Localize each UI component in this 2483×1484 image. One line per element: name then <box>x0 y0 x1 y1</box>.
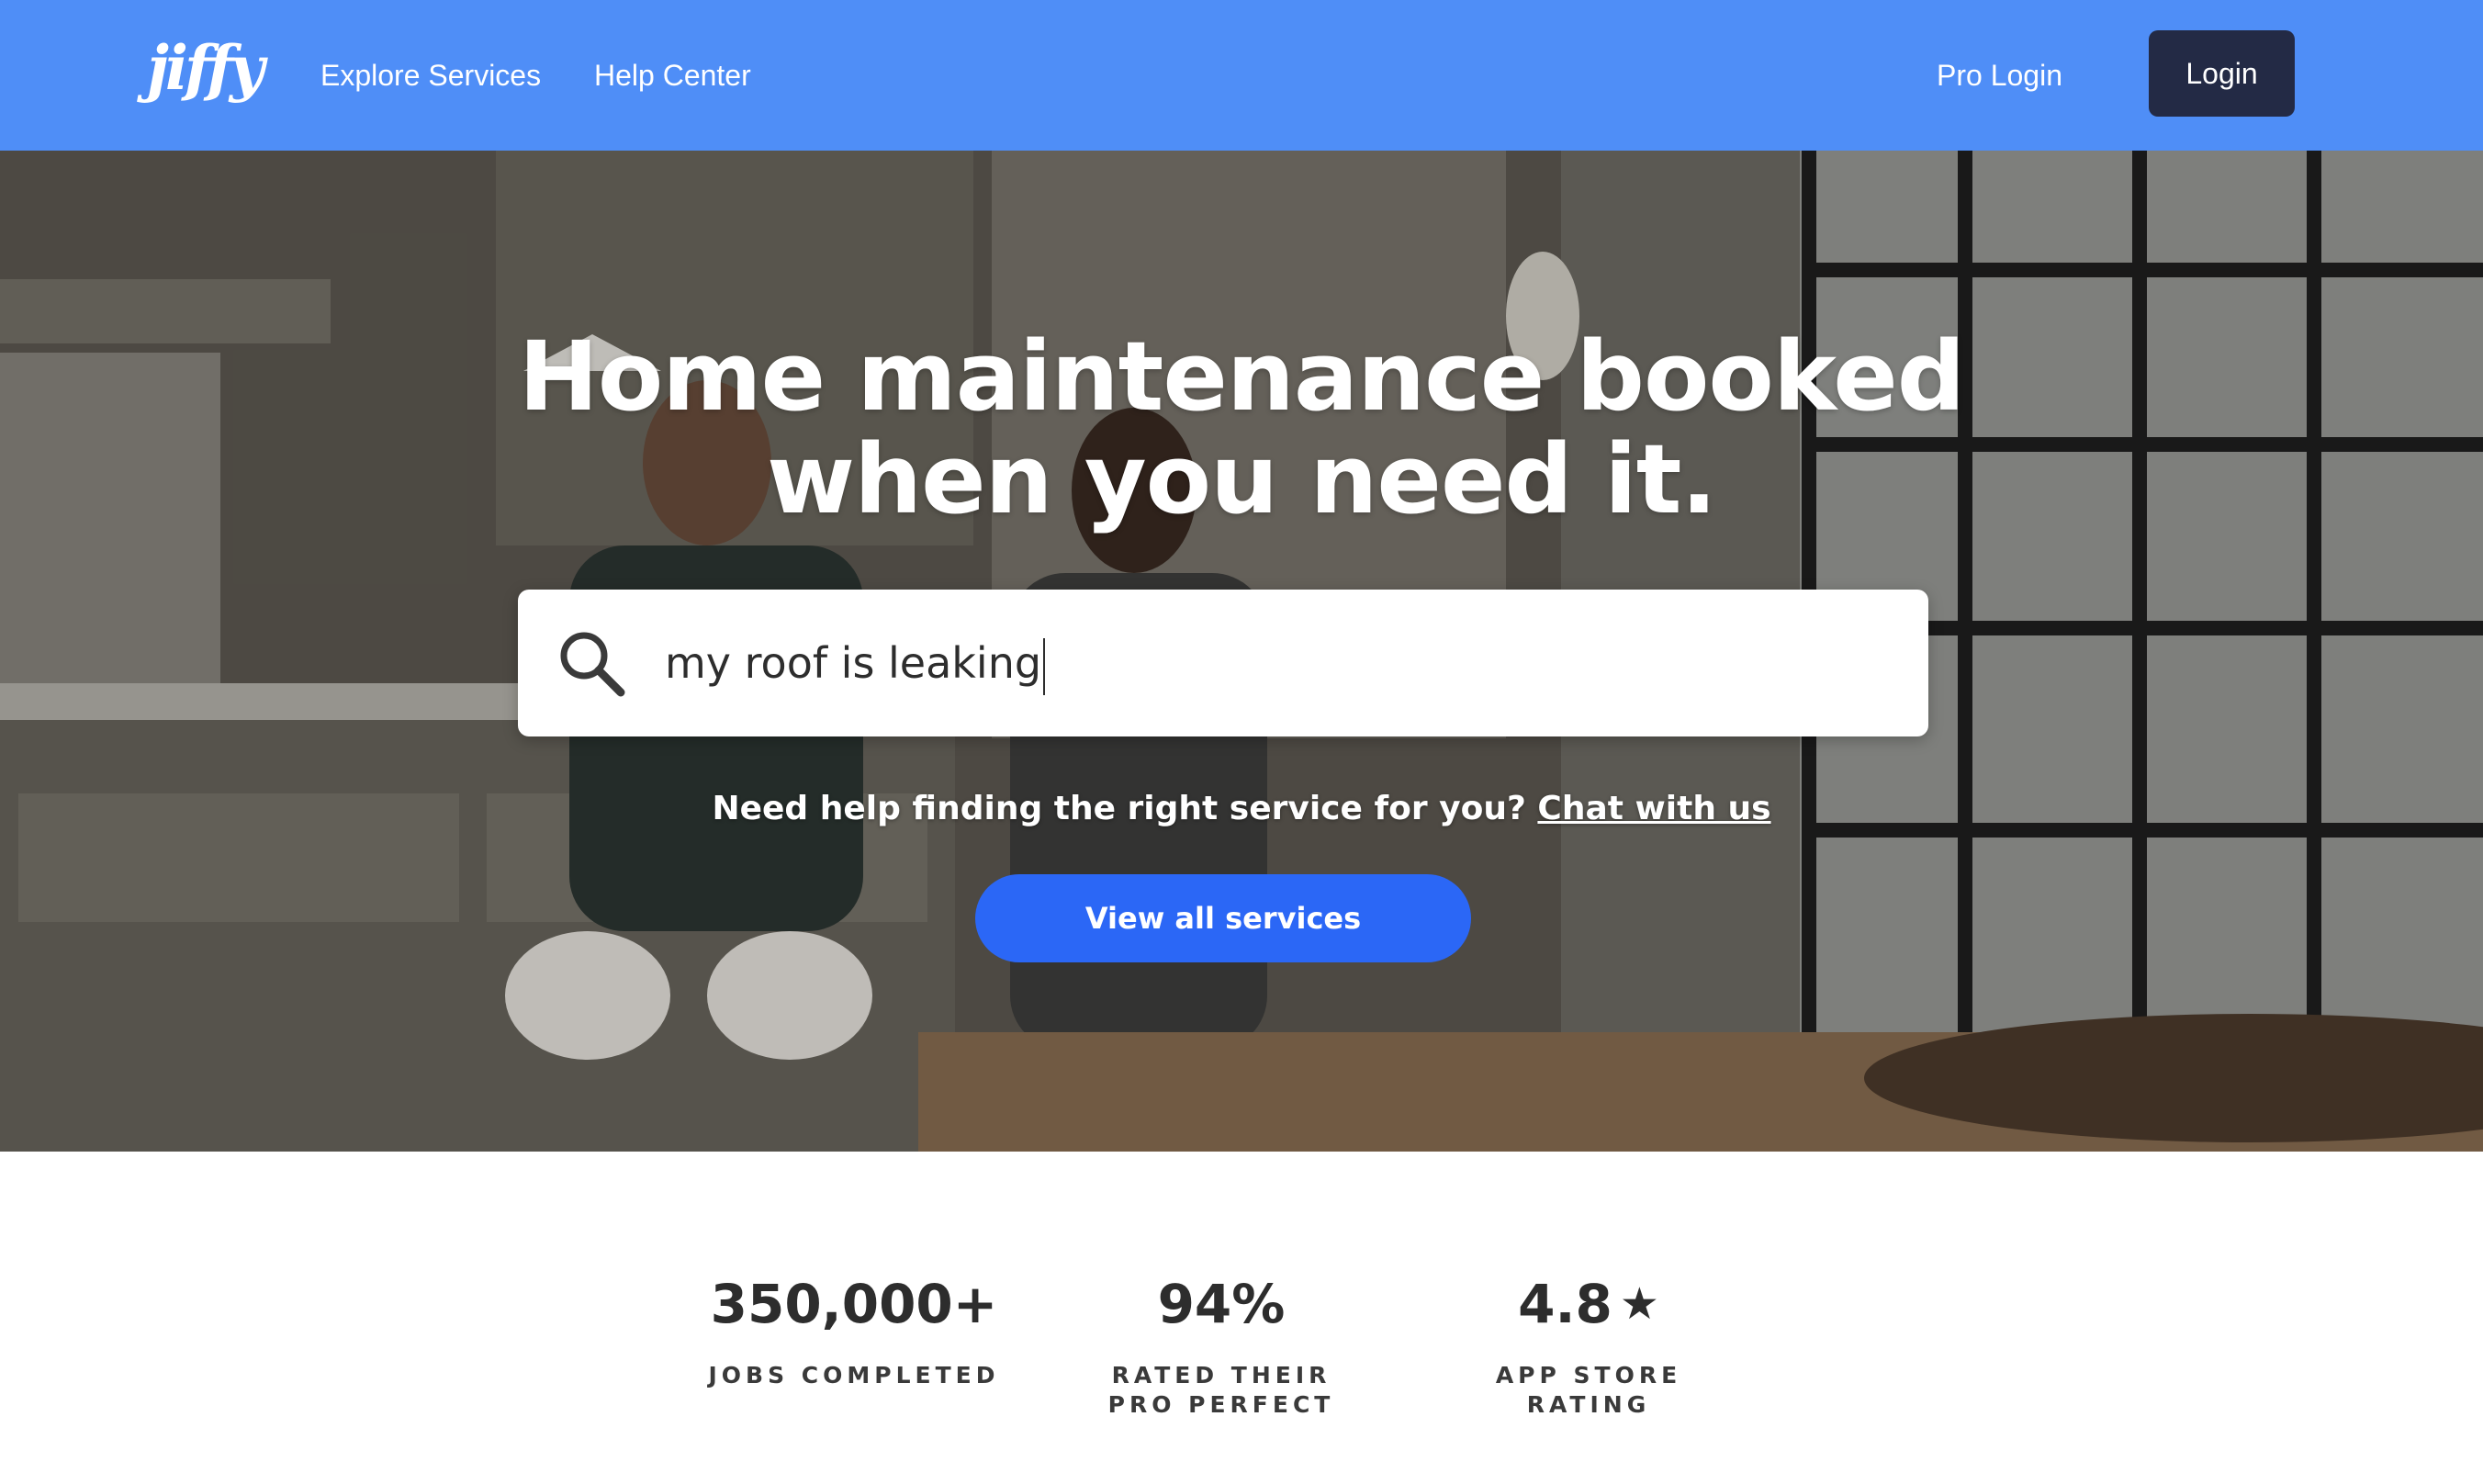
stat-label: JOBS COMPLETED <box>708 1362 1000 1388</box>
stat-value: 94% <box>1157 1273 1286 1335</box>
nav-help-center[interactable]: Help Center <box>594 50 751 101</box>
search-icon <box>560 632 625 697</box>
nav-explore-services[interactable]: Explore Services <box>320 50 541 101</box>
stat-label: RATED THEIR PRO PERFECT <box>1107 1362 1335 1418</box>
jiffy-logo[interactable]: jiffy <box>147 31 264 105</box>
star-icon: ★ <box>1619 1278 1659 1330</box>
headline-line-2: when you need it. <box>766 423 1717 535</box>
hero-headline: Home maintenance booked when you need it… <box>323 325 2160 531</box>
service-search-input[interactable]: my roof is leaking <box>518 590 1928 736</box>
stat-label: APP STORE RATING <box>1495 1362 1682 1418</box>
hero-section: Home maintenance booked when you need it… <box>0 151 2483 1152</box>
stat-rated-perfect: 94% RATED THEIR PRO PERFECT <box>1074 1267 1368 1420</box>
view-all-services-button[interactable]: View all services <box>975 874 1471 962</box>
stat-jobs-completed: 350,000+ JOBS COMPLETED <box>707 1267 1001 1390</box>
headline-line-1: Home maintenance booked <box>518 320 1965 433</box>
nav-pro-login[interactable]: Pro Login <box>1937 50 2062 101</box>
search-input-value[interactable]: my roof is leaking <box>665 632 1046 695</box>
top-navigation-bar: jiffy Explore Services Help Center Pro L… <box>0 0 2483 151</box>
chat-with-us-link[interactable]: Chat with us <box>1537 790 1770 827</box>
login-button[interactable]: Login <box>2149 30 2295 117</box>
help-text: Need help finding the right service for … <box>712 790 1526 827</box>
stat-value: 4.8 <box>1518 1273 1612 1335</box>
text-cursor <box>1043 637 1046 695</box>
stat-app-store-rating: 4.8 ★ APP STORE RATING <box>1442 1267 1736 1420</box>
stat-value-row: 4.8 ★ <box>1442 1267 1736 1341</box>
help-prompt: Need help finding the right service for … <box>323 786 2160 832</box>
stat-value: 350,000+ <box>710 1273 998 1335</box>
